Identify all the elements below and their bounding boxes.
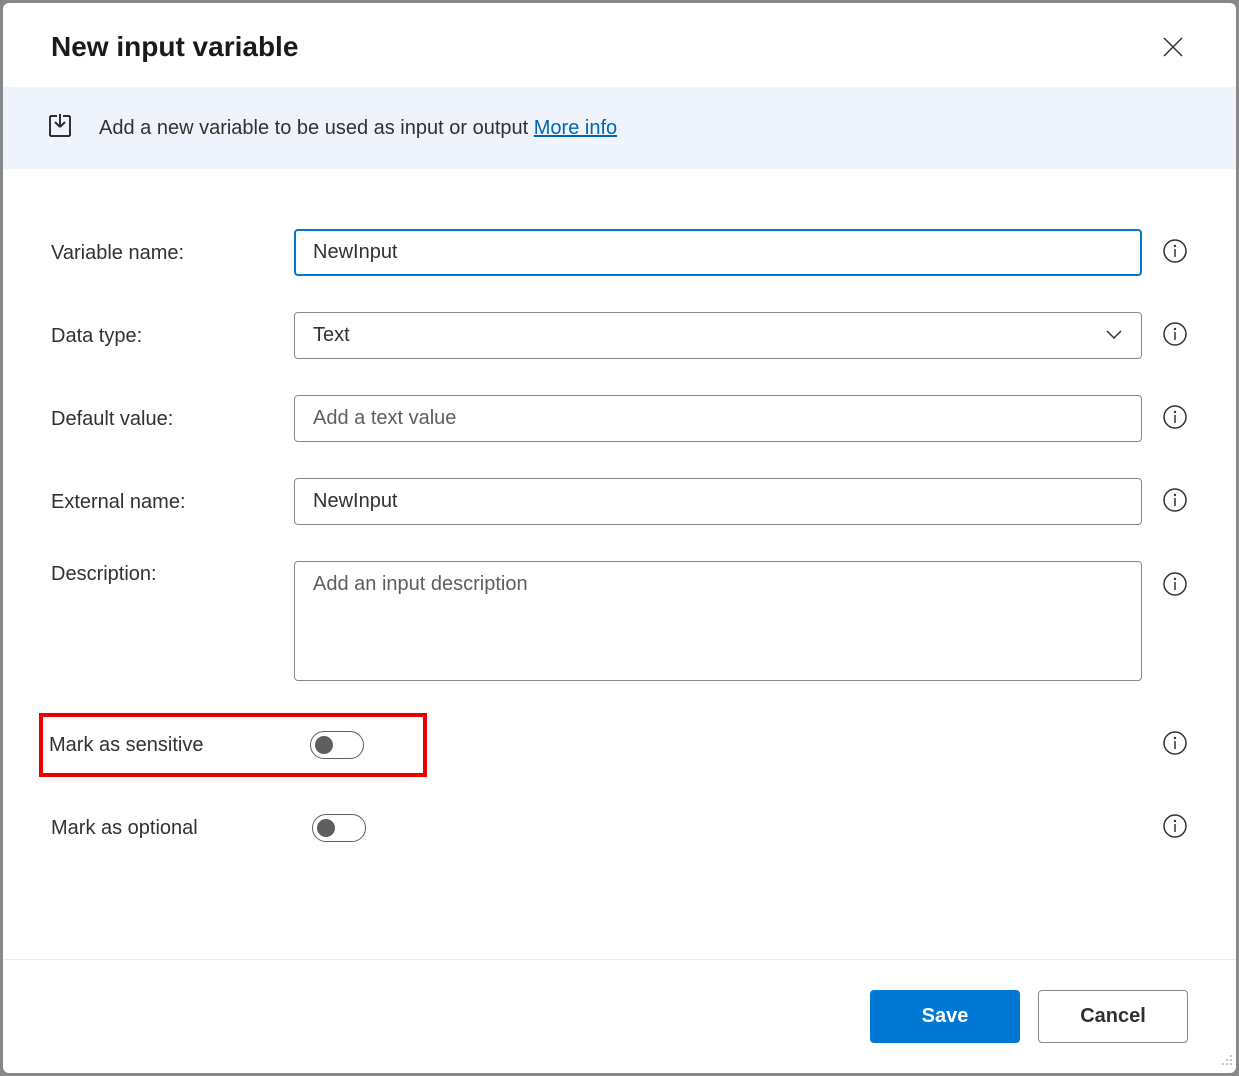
info-icon[interactable] (1162, 238, 1188, 268)
external-name-input[interactable] (294, 478, 1142, 525)
input-arrow-icon (45, 111, 75, 145)
description-textarea[interactable] (294, 561, 1142, 681)
dialog-header: New input variable (3, 3, 1236, 87)
dialog-title: New input variable (51, 31, 298, 63)
data-type-label: Data type: (51, 323, 274, 348)
resize-handle[interactable] (1218, 1051, 1234, 1071)
close-button[interactable] (1158, 32, 1188, 62)
banner-message: Add a new variable to be used as input o… (99, 117, 534, 139)
mark-optional-row: Mark as optional (51, 813, 1188, 843)
info-banner: Add a new variable to be used as input o… (3, 87, 1236, 169)
default-value-input[interactable] (294, 395, 1142, 442)
toggle-section: Mark as sensitive Mark as optional (51, 713, 1188, 843)
info-icon[interactable] (1162, 730, 1188, 760)
mark-sensitive-toggle[interactable] (310, 731, 364, 759)
default-value-label: Default value: (51, 406, 274, 431)
info-icon[interactable] (1162, 813, 1188, 843)
variable-name-label: Variable name: (51, 240, 274, 265)
sensitive-highlight: Mark as sensitive (39, 713, 427, 777)
dialog-footer: Save Cancel (3, 959, 1236, 1073)
info-icon[interactable] (1162, 321, 1188, 351)
description-label: Description: (51, 561, 274, 586)
external-name-label: External name: (51, 489, 274, 514)
mark-sensitive-label: Mark as sensitive (49, 734, 290, 757)
mark-optional-label: Mark as optional (51, 817, 292, 840)
toggle-knob (315, 736, 333, 754)
mark-sensitive-row: Mark as sensitive (51, 713, 1188, 777)
form-body: Variable name: Data type: Text (3, 169, 1236, 959)
data-type-select[interactable]: Text (294, 312, 1142, 359)
info-icon[interactable] (1162, 404, 1188, 434)
save-button[interactable]: Save (870, 990, 1020, 1043)
default-value-row: Default value: (51, 395, 1188, 442)
new-input-variable-dialog: New input variable Add a new variable to… (3, 3, 1236, 1073)
description-row: Description: (51, 561, 1188, 681)
external-name-row: External name: (51, 478, 1188, 525)
mark-optional-toggle[interactable] (312, 814, 366, 842)
toggle-knob (317, 819, 335, 837)
banner-text: Add a new variable to be used as input o… (99, 117, 617, 140)
more-info-link[interactable]: More info (534, 117, 617, 139)
variable-name-input[interactable] (294, 229, 1142, 276)
close-icon (1162, 36, 1184, 58)
data-type-row: Data type: Text (51, 312, 1188, 359)
cancel-button[interactable]: Cancel (1038, 990, 1188, 1043)
info-icon[interactable] (1162, 571, 1188, 601)
info-icon[interactable] (1162, 487, 1188, 517)
variable-name-row: Variable name: (51, 229, 1188, 276)
